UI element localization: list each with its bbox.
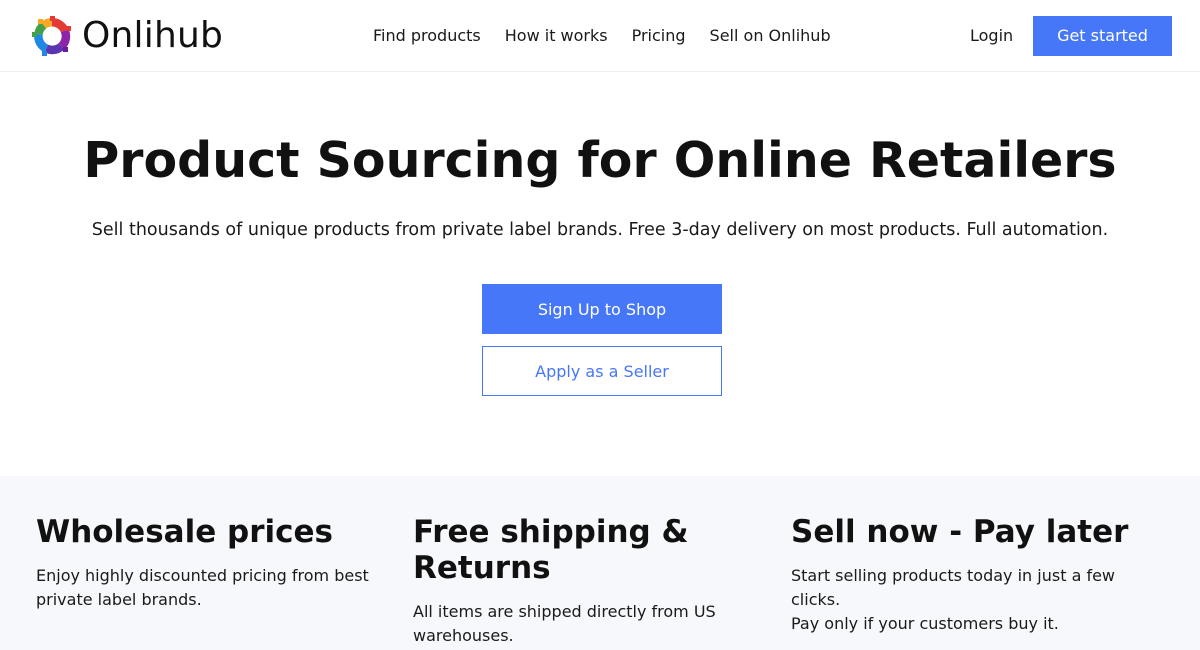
get-started-button[interactable]: Get started [1033, 16, 1172, 56]
feature-text-line: private label brands. [36, 590, 202, 609]
apply-as-seller-button[interactable]: Apply as a Seller [482, 346, 722, 396]
nav-how-it-works[interactable]: How it works [505, 24, 608, 48]
hero-title: Product Sourcing for Online Retailers [83, 132, 1117, 189]
feature-text-line: clicks. [791, 590, 841, 609]
hero-section: Product Sourcing for Online Retailers Se… [0, 73, 1200, 476]
feature-text-line: All items are shipped directly from US [413, 602, 716, 621]
main-nav: Find products How it works Pricing Sell … [373, 24, 831, 48]
feature-text: Start selling products today in just a f… [791, 564, 1136, 636]
brand-logo[interactable]: Onlihub [32, 14, 223, 58]
feature-text-line: Pay only if your customers buy it. [791, 614, 1059, 633]
feature-text-line: Enjoy highly discounted pricing from bes… [36, 566, 369, 585]
login-link[interactable]: Login [970, 24, 1013, 48]
feature-title: Wholesale prices [36, 514, 333, 550]
sign-up-to-shop-button[interactable]: Sign Up to Shop [482, 284, 722, 334]
feature-title: Sell now - Pay later [791, 514, 1129, 550]
feature-text: All items are shipped directly from US w… [413, 600, 758, 648]
feature-title: Free shipping & Returns [413, 514, 689, 586]
feature-text: Enjoy highly discounted pricing from bes… [36, 564, 381, 612]
feature-free-shipping: Free shipping & Returns All items are sh… [413, 514, 758, 648]
hero-subtitle: Sell thousands of unique products from p… [91, 220, 1109, 240]
site-header: Onlihub Find products How it works Prici… [0, 0, 1200, 72]
nav-pricing[interactable]: Pricing [632, 24, 686, 48]
logo-gear-icon [32, 16, 71, 56]
nav-find-products[interactable]: Find products [373, 24, 481, 48]
features-section: Wholesale prices Enjoy highly discounted… [0, 476, 1200, 650]
feature-text-line: warehouses. [413, 626, 514, 645]
nav-sell-on-onlihub[interactable]: Sell on Onlihub [710, 24, 831, 48]
brand-name: Onlihub [82, 15, 224, 56]
feature-sell-now-pay-later: Sell now - Pay later Start selling produ… [791, 514, 1136, 636]
feature-wholesale-prices: Wholesale prices Enjoy highly discounted… [36, 514, 381, 612]
feature-text-line: Start selling products today in just a f… [791, 566, 1116, 585]
